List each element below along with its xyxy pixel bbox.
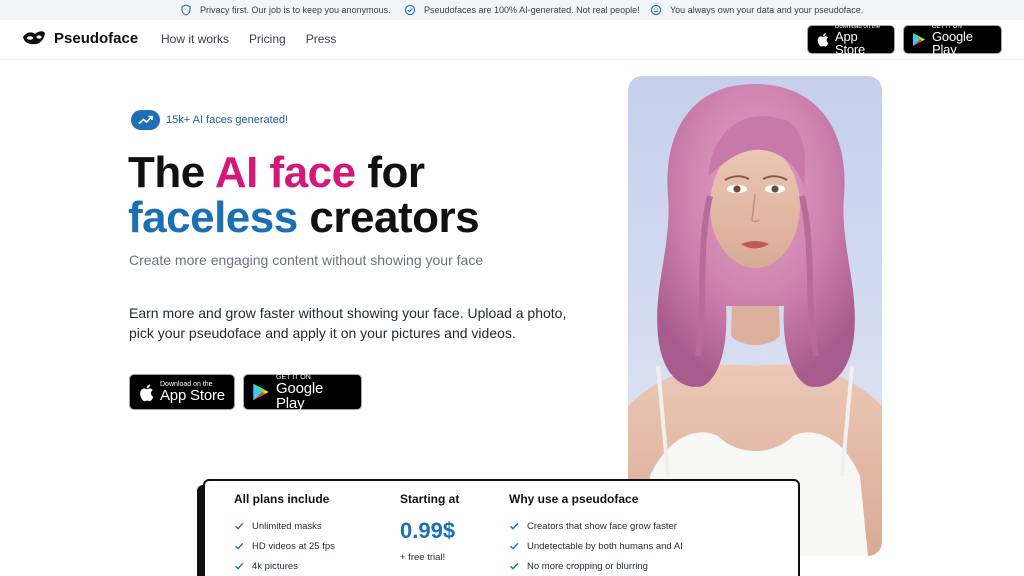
apple-icon (140, 384, 154, 401)
hero-store-buttons: Download on the App Store GET IT ON Goog… (129, 374, 362, 411)
announcement-ai-generated: Pseudofaces are 100% AI-generated. Not r… (404, 4, 640, 16)
hero-app-store-button[interactable]: Download on the App Store (129, 374, 235, 410)
nav-link-press[interactable]: Press (306, 32, 337, 46)
pricing-card: All plans include Unlimited masks HD vid… (203, 479, 800, 576)
shield-icon (181, 4, 191, 16)
faces-generated-badge: 15k+ AI faces generated! (131, 110, 288, 130)
mask-logo-icon (23, 31, 45, 45)
hero-title: The AI face for faceless creators (128, 148, 480, 242)
announcement-bar: Privacy first. Our job is to keep you an… (0, 0, 1024, 20)
apple-icon (817, 33, 829, 47)
price-value: 0.99$ (400, 518, 456, 543)
check-icon (510, 522, 519, 530)
main-nav: Pseudoface How it works Pricing Press Do… (0, 20, 1024, 60)
nav-google-play-button[interactable]: GET IT ON Google Play (903, 24, 1002, 56)
nav-app-store-button[interactable]: Download on the App Store (807, 24, 895, 56)
hero-subtitle: Create more engaging content without sho… (129, 252, 484, 268)
list-item: 4k pictures (234, 556, 335, 576)
brand-name: Pseudoface (54, 29, 139, 47)
starting-at-title: Starting at (400, 492, 460, 506)
nav-store-buttons: Download on the App Store GET IT ON Goog… (807, 24, 1002, 56)
nav-links: How it works Pricing Press (161, 32, 336, 46)
hero-google-play-button[interactable]: GET IT ON Google Play (243, 374, 362, 411)
check-badge-icon (404, 4, 416, 16)
plans-include-column: All plans include Unlimited masks HD vid… (234, 492, 335, 576)
why-pseudoface-title: Why use a pseudoface (509, 492, 639, 506)
brand-logo[interactable]: Pseudoface (22, 28, 138, 48)
plans-include-title: All plans include (234, 492, 330, 506)
smile-icon (650, 4, 662, 16)
check-icon (510, 542, 519, 550)
list-item: Unlimited masks (234, 516, 335, 536)
hero-description: Earn more and grow faster without showin… (129, 305, 567, 341)
trending-up-icon (131, 110, 160, 130)
nav-link-pricing[interactable]: Pricing (249, 32, 286, 46)
starting-price-column: Starting at 0.99$ + free trial! (400, 492, 459, 563)
google-play-icon (253, 383, 269, 401)
list-item: No more cropping or blurring (509, 556, 683, 576)
check-icon (510, 562, 519, 570)
free-trial-note: + free trial! (400, 552, 446, 563)
announcement-own-data: You always own your data and your pseudo… (650, 4, 863, 16)
list-item: Creators that show face grow faster (509, 516, 683, 536)
google-play-icon (913, 33, 925, 46)
nav-link-how-it-works[interactable]: How it works (161, 32, 229, 46)
why-pseudoface-column: Why use a pseudoface Creators that show … (509, 492, 683, 576)
announcement-privacy: Privacy first. Our job is to keep you an… (180, 4, 391, 16)
check-icon (235, 562, 244, 570)
list-item: HD videos at 25 fps (234, 536, 335, 556)
check-icon (235, 522, 244, 530)
check-icon (235, 542, 244, 550)
list-item: Undetectable by both humans and AI (509, 536, 683, 556)
